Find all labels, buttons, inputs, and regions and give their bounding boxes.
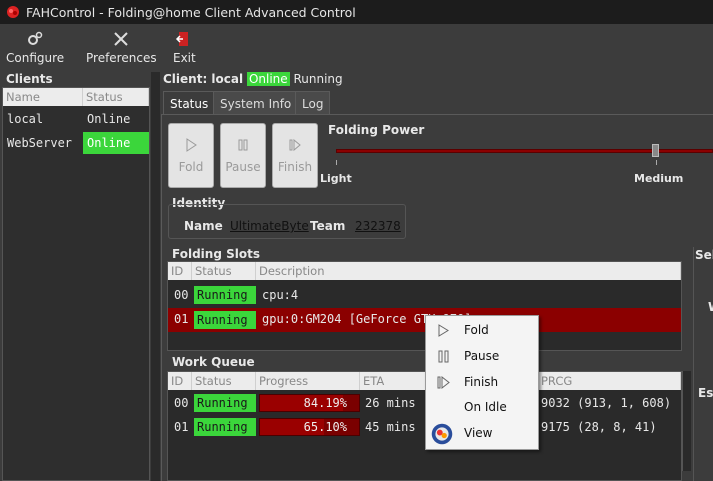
slot-description: cpu:4 <box>262 288 299 302</box>
preferences-button[interactable]: Preferences <box>86 30 157 65</box>
preferences-label: Preferences <box>86 51 157 65</box>
exit-door-icon <box>176 32 189 46</box>
menu-pause-label: Pause <box>464 349 500 363</box>
clients-header-status[interactable]: Status <box>83 88 149 106</box>
configure-button[interactable]: Configure <box>6 30 64 65</box>
play-icon <box>186 137 197 152</box>
splitter-handle[interactable] <box>151 72 160 481</box>
menu-item-finish[interactable]: Finish <box>426 370 538 395</box>
wq-id: 01 <box>174 420 189 434</box>
play-icon <box>438 324 449 337</box>
power-light-label: Light <box>320 172 352 185</box>
menu-item-on-idle[interactable]: On Idle <box>426 395 538 420</box>
finish-icon <box>289 138 301 151</box>
pause-icon <box>438 350 449 363</box>
wq-header-prcg[interactable]: PRCG <box>538 372 681 390</box>
client-label: Client: local <box>163 72 244 86</box>
clients-title: Clients <box>6 72 53 86</box>
title-bar: FAHControl - Folding@home Client Advance… <box>0 0 713 24</box>
configure-label: Configure <box>6 51 65 65</box>
menu-on-idle-label: On Idle <box>464 400 507 414</box>
slot-status: Running <box>194 286 256 304</box>
client-status: Online <box>87 112 131 126</box>
clients-header-name[interactable]: Name <box>3 88 83 106</box>
window-title: FAHControl - Folding@home Client Advance… <box>26 4 356 20</box>
slot-row[interactable]: 00 Running cpu:4 <box>168 284 681 308</box>
identity-name-label: Name <box>184 219 223 233</box>
client-name: local <box>7 112 44 126</box>
right-label-sel: Sel <box>695 248 713 262</box>
wq-eta: 26 mins <box>365 396 416 410</box>
slot-status: Running <box>194 311 256 329</box>
identity-team-value[interactable]: 232378 <box>355 219 401 233</box>
finish-icon <box>437 375 450 390</box>
wq-progress-text: 65.10% <box>303 420 347 434</box>
power-medium-label: Medium <box>634 172 684 185</box>
fold-label: Fold <box>178 159 204 174</box>
wq-scrollbar[interactable] <box>682 371 691 471</box>
client-online-badge: Online <box>246 72 290 86</box>
slot-id: 00 <box>174 288 189 302</box>
fah-viewer-icon <box>431 423 453 445</box>
wq-progress-bar: 84.19% <box>259 394 360 412</box>
exit-button[interactable]: Exit <box>173 30 196 65</box>
pause-button[interactable]: Pause <box>220 123 266 188</box>
slots-header-id[interactable]: ID <box>168 262 192 280</box>
folding-slots-title: Folding Slots <box>172 247 260 261</box>
menu-item-fold[interactable]: Fold <box>426 318 538 343</box>
work-queue-title: Work Queue <box>172 355 255 369</box>
slider-tick <box>656 160 657 165</box>
wq-progress-text: 84.19% <box>303 396 347 410</box>
identity-name-value[interactable]: UltimateByte <box>230 219 309 233</box>
finish-label: Finish <box>277 159 313 174</box>
wq-eta: 45 mins <box>365 420 416 434</box>
gears-icon <box>28 31 43 45</box>
client-status-online: Online <box>83 132 149 154</box>
wq-prcg: 9032 (913, 1, 608) <box>541 396 672 410</box>
right-panel-edge <box>693 247 713 481</box>
finish-button[interactable]: Finish <box>272 123 318 188</box>
tab-system-info[interactable]: System Info <box>213 91 299 115</box>
wq-id: 00 <box>174 396 189 410</box>
client-header: Client: local Online Running <box>163 72 343 86</box>
identity-team-label: Team <box>310 219 346 233</box>
menu-finish-label: Finish <box>464 375 499 389</box>
slots-header-description[interactable]: Description <box>256 262 681 280</box>
tools-icon <box>114 32 128 46</box>
client-state: Running <box>293 72 343 86</box>
wq-status: Running <box>194 394 256 412</box>
exit-label: Exit <box>173 51 196 65</box>
slider-tick <box>336 160 337 165</box>
folding-power-slider-handle[interactable] <box>652 144 659 157</box>
fah-app-icon <box>7 6 19 18</box>
client-row-webserver[interactable]: WebServer Online <box>3 132 149 154</box>
menu-fold-label: Fold <box>464 323 489 337</box>
wq-header-status[interactable]: Status <box>192 372 256 390</box>
pause-label: Pause <box>225 159 261 174</box>
client-name: WebServer <box>7 136 73 150</box>
identity-box: Name UltimateByte Team 232378 <box>168 204 406 239</box>
clients-table: Name Status local Online WebServer Onlin… <box>2 87 150 481</box>
wq-header-progress[interactable]: Progress <box>256 372 360 390</box>
tab-status[interactable]: Status <box>163 91 216 115</box>
client-row-local[interactable]: local Online <box>3 108 149 130</box>
wq-status: Running <box>194 418 256 436</box>
menu-item-view[interactable]: View <box>426 421 538 446</box>
slots-header-status[interactable]: Status <box>192 262 256 280</box>
fold-button[interactable]: Fold <box>168 123 214 188</box>
right-label-es: Es <box>698 386 713 400</box>
pause-icon <box>238 139 248 150</box>
wq-header-id[interactable]: ID <box>168 372 192 390</box>
toolbar: Configure Preferences Exit <box>0 24 713 70</box>
tab-log[interactable]: Log <box>295 91 331 115</box>
menu-item-pause[interactable]: Pause <box>426 344 538 369</box>
wq-prcg: 9175 (28, 8, 41) <box>541 420 657 434</box>
right-label-w: W <box>708 300 713 314</box>
menu-view-label: View <box>464 426 493 440</box>
wq-progress-bar: 65.10% <box>259 418 360 436</box>
folding-power-title: Folding Power <box>328 123 425 137</box>
context-menu: Fold Pause Finish On Idle View <box>425 315 539 450</box>
slot-id: 01 <box>174 312 189 326</box>
